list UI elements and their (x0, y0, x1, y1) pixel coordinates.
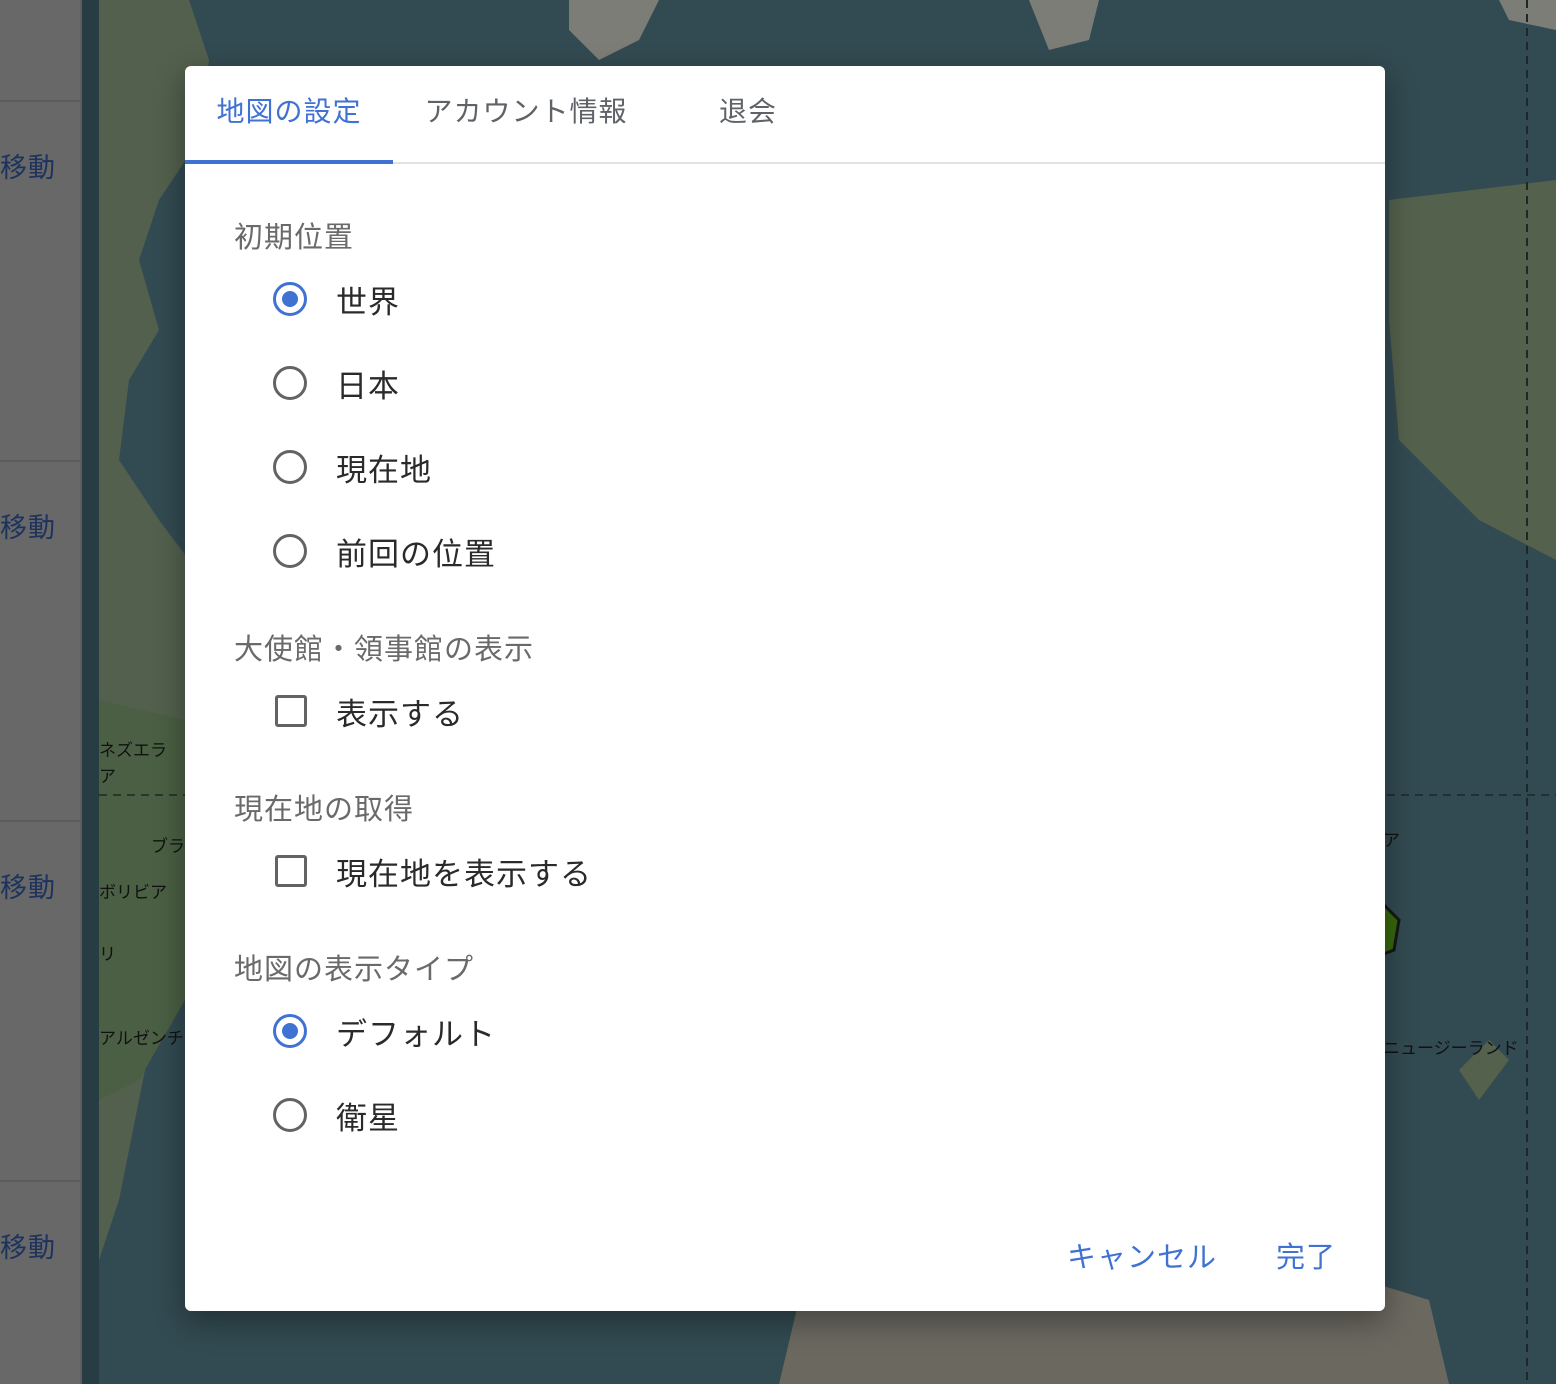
checkbox[interactable] (275, 695, 307, 727)
radio-button[interactable] (273, 534, 307, 568)
radio-option-default[interactable]: デフォルト (273, 1009, 496, 1053)
radio-option-previous-position[interactable]: 前回の位置 (273, 529, 496, 573)
settings-dialog: 地図の設定 アカウント情報 退会 初期位置 世界 日本 現在地 前回の位置 大使… (185, 66, 1385, 1311)
tab-withdraw[interactable]: 退会 (659, 66, 837, 162)
map-type-label: 地図の表示タイプ (234, 952, 475, 986)
tab-account-info[interactable]: アカウント情報 (393, 66, 659, 162)
radio-button[interactable] (273, 450, 307, 484)
option-label: 現在地 (336, 452, 432, 489)
done-button[interactable]: 完了 (1276, 1234, 1336, 1276)
radio-button[interactable] (273, 366, 307, 400)
option-label: 前回の位置 (336, 536, 496, 573)
radio-button[interactable] (273, 1098, 307, 1132)
option-label: 日本 (336, 368, 400, 405)
cancel-button[interactable]: キャンセル (1067, 1234, 1217, 1276)
option-label: 現在地を表示する (336, 856, 592, 893)
tab-map-settings[interactable]: 地図の設定 (185, 66, 393, 162)
checkbox-option-show-current-location[interactable]: 現在地を表示する (273, 849, 592, 893)
checkbox[interactable] (275, 855, 307, 887)
initial-position-label: 初期位置 (234, 220, 355, 254)
option-label: 表示する (336, 696, 464, 733)
current-location-label: 現在地の取得 (234, 792, 415, 826)
radio-option-world[interactable]: 世界 (273, 277, 400, 321)
radio-option-current-location[interactable]: 現在地 (273, 445, 432, 489)
option-label: 衛星 (336, 1100, 400, 1137)
option-label: 世界 (336, 284, 400, 321)
radio-button[interactable] (273, 1014, 307, 1048)
radio-button[interactable] (273, 282, 307, 316)
app-window: 移動 移動 移動 移動 ネズエラ ア ブラ ボリビア リ アルゼンチ ニュージー… (0, 0, 1556, 1384)
radio-option-japan[interactable]: 日本 (273, 361, 400, 405)
tab-bar: 地図の設定 アカウント情報 退会 (185, 66, 1385, 164)
active-tab-indicator (185, 160, 393, 164)
option-label: デフォルト (336, 1016, 496, 1053)
radio-option-satellite[interactable]: 衛星 (273, 1093, 400, 1137)
checkbox-option-show-embassy[interactable]: 表示する (273, 689, 464, 733)
embassy-display-label: 大使館・領事館の表示 (234, 632, 535, 666)
